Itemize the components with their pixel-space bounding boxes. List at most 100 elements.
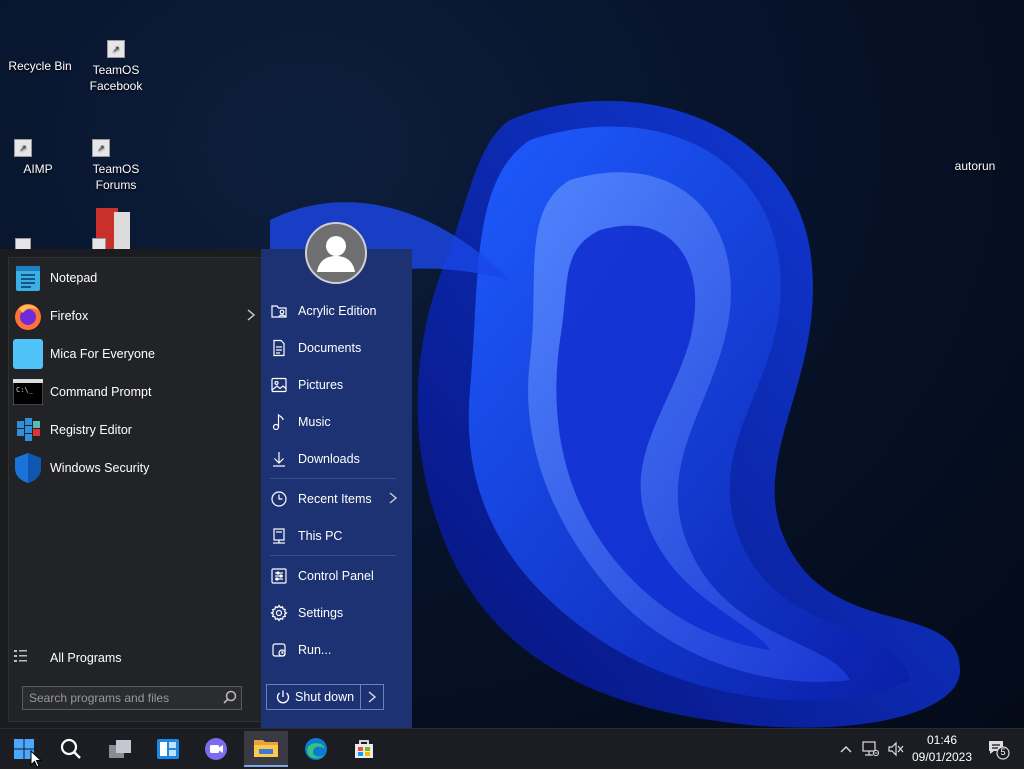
program-item-windows-security[interactable]: Windows Security — [12, 450, 252, 486]
link-recent-items[interactable]: Recent Items — [268, 484, 398, 514]
link-label: This PC — [298, 529, 343, 543]
task-view-button[interactable] — [98, 731, 142, 767]
list-icon — [12, 648, 28, 667]
chevron-up-icon — [840, 746, 852, 753]
start-search-box[interactable] — [22, 686, 242, 710]
notepad-icon — [12, 262, 44, 294]
shortcut-arrow-icon: ↗ — [107, 40, 125, 58]
shortcut-arrow-icon: ↗ — [92, 139, 110, 157]
picture-icon — [268, 374, 290, 396]
chevron-right-icon — [388, 491, 398, 507]
user-silhouette-icon — [317, 236, 355, 272]
notification-center-button[interactable]: 5 — [986, 737, 1010, 761]
link-label: Documents — [298, 341, 362, 355]
edge-button[interactable] — [294, 731, 338, 767]
desktop-icon-label: AIMP — [23, 162, 53, 176]
program-label: Registry Editor — [50, 423, 132, 437]
program-label: Mica For Everyone — [50, 347, 155, 361]
link-label: Run... — [298, 643, 332, 657]
user-folder-icon — [268, 300, 290, 322]
desktop-icon-label: TeamOS Facebook — [89, 63, 143, 93]
control-panel-icon — [268, 565, 290, 587]
link-settings[interactable]: Settings — [268, 598, 398, 628]
all-programs-button[interactable]: All Programs — [12, 648, 122, 667]
mica-icon — [12, 338, 44, 370]
clock[interactable]: 01:46 09/01/2023 — [904, 732, 980, 766]
link-run[interactable]: Run... — [268, 635, 398, 665]
shortcut-arrow-icon: ↗ — [14, 139, 32, 157]
registry-editor-icon — [12, 414, 44, 446]
store-icon — [355, 740, 373, 758]
download-icon — [268, 448, 290, 470]
volume-muted-icon — [888, 741, 904, 757]
program-label: Windows Security — [50, 461, 150, 475]
task-view-icon — [109, 740, 131, 758]
notification-count-badge: 5 — [1000, 747, 1006, 757]
user-avatar[interactable] — [305, 222, 367, 284]
taskbar: 01:46 09/01/2023 5 — [0, 728, 1024, 769]
run-icon — [268, 639, 290, 661]
desktop-icon-teamos-facebook[interactable]: ↗ TeamOS Facebook — [76, 40, 156, 94]
link-label: Recent Items — [298, 492, 372, 506]
shutdown-options-button[interactable] — [360, 685, 383, 709]
program-item-mica-for-everyone[interactable]: Mica For Everyone — [12, 336, 252, 372]
link-acrylic-edition[interactable]: Acrylic Edition — [268, 296, 398, 326]
taskbar-search-button[interactable] — [49, 731, 93, 767]
clock-icon — [268, 488, 290, 510]
link-downloads[interactable]: Downloads — [268, 444, 398, 474]
power-icon — [275, 689, 291, 705]
music-note-icon — [268, 411, 290, 433]
link-control-panel[interactable]: Control Panel — [268, 561, 398, 591]
search-icon — [60, 738, 81, 759]
desktop-icon-recycle-bin[interactable]: Recycle Bin — [0, 58, 80, 74]
program-item-command-prompt[interactable]: C:\_ Command Prompt — [12, 374, 252, 410]
link-label: Settings — [298, 606, 344, 620]
command-prompt-icon: C:\_ — [12, 376, 44, 408]
shutdown-label: Shut down — [295, 690, 355, 704]
shield-icon — [12, 452, 44, 484]
widgets-button[interactable] — [146, 731, 190, 767]
store-button[interactable] — [342, 731, 386, 767]
link-label: Acrylic Edition — [298, 304, 377, 318]
chat-button[interactable] — [194, 731, 238, 767]
search-input[interactable] — [27, 688, 217, 708]
link-label: Downloads — [298, 452, 360, 466]
link-this-pc[interactable]: This PC — [268, 521, 398, 551]
gear-icon — [268, 602, 290, 624]
desktop-icon-autorun[interactable]: autorun — [935, 158, 1015, 174]
chevron-right-icon — [368, 691, 377, 703]
widgets-icon — [157, 739, 179, 759]
show-hidden-icons-button[interactable] — [836, 729, 856, 769]
edge-icon — [305, 738, 327, 760]
link-label: Control Panel — [298, 569, 374, 583]
computer-icon — [268, 525, 290, 547]
shutdown-button[interactable]: Shut down — [267, 685, 360, 709]
desktop-icon-shortcut-partial[interactable] — [92, 206, 136, 252]
menu-separator — [270, 555, 396, 556]
mouse-cursor-icon — [30, 750, 42, 768]
document-icon — [268, 337, 290, 359]
desktop-icon-label: TeamOS Forums — [92, 162, 140, 192]
search-icon[interactable] — [223, 690, 237, 707]
network-button[interactable] — [858, 729, 882, 769]
desktop-icon-teamos-forums[interactable]: ↗ TeamOS Forums — [76, 139, 156, 193]
svg-text:C:\_: C:\_ — [16, 386, 34, 394]
program-item-firefox[interactable]: Firefox — [12, 298, 256, 334]
firefox-icon — [12, 300, 44, 332]
desktop-icon-aimp[interactable]: ↗ AIMP — [0, 139, 78, 177]
program-label: Command Prompt — [50, 385, 152, 399]
desktop-icon-label: Recycle Bin — [8, 59, 72, 73]
file-explorer-button[interactable] — [244, 731, 288, 767]
program-item-registry-editor[interactable]: Registry Editor — [12, 412, 252, 448]
all-programs-label: All Programs — [50, 650, 122, 665]
link-label: Pictures — [298, 378, 344, 392]
chat-icon — [205, 738, 227, 760]
link-music[interactable]: Music — [268, 407, 398, 437]
shutdown-group: Shut down — [266, 684, 384, 710]
desktop-icon-label: autorun — [954, 159, 996, 173]
clock-date: 09/01/2023 — [911, 750, 973, 764]
link-pictures[interactable]: Pictures — [268, 370, 398, 400]
program-label: Notepad — [50, 271, 98, 285]
program-item-notepad[interactable]: Notepad — [12, 260, 252, 296]
link-documents[interactable]: Documents — [268, 333, 398, 363]
